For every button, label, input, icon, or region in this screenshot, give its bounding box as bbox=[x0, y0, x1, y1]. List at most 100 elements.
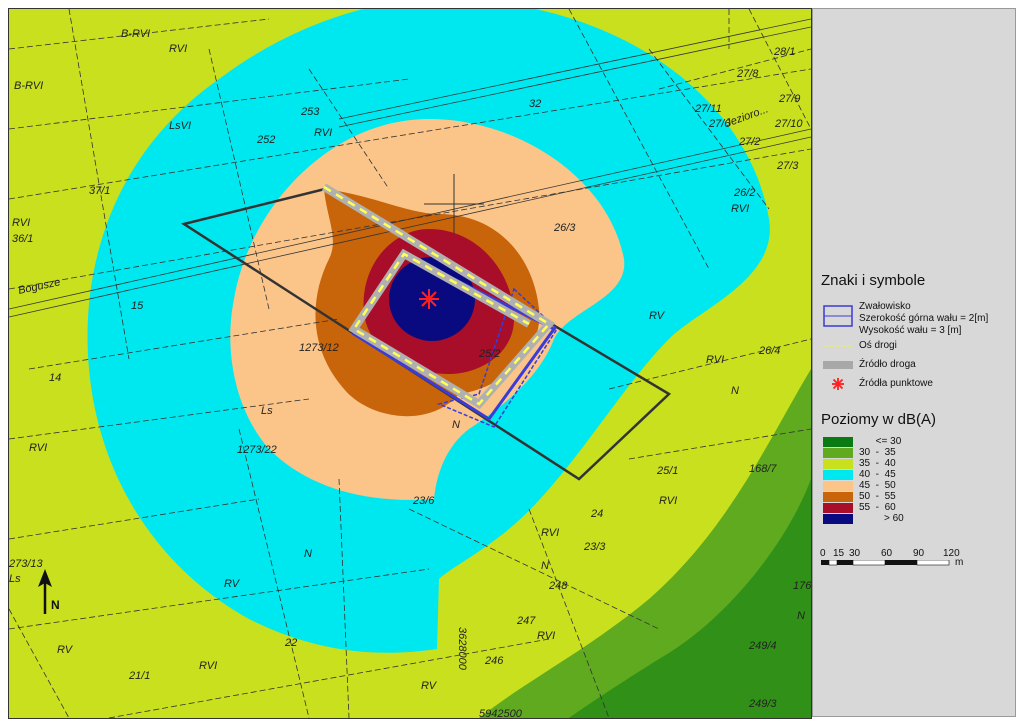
parcel-label: 247 bbox=[516, 615, 536, 627]
parcel-label: N bbox=[452, 419, 460, 431]
parcel-label: RV bbox=[57, 644, 74, 656]
parcel-label: 32 bbox=[529, 98, 541, 110]
parcel-label: 27/11 bbox=[694, 103, 722, 115]
embankment-legend-icon bbox=[823, 305, 853, 327]
parcel-label: 23/6 bbox=[412, 495, 435, 507]
parcel-label: B-RVI bbox=[14, 80, 43, 92]
parcel-label: 176 bbox=[793, 580, 811, 592]
scale-tick-label: 0 bbox=[820, 548, 826, 559]
parcel-label: 23/3 bbox=[583, 541, 606, 553]
road-source-legend-icon bbox=[823, 361, 853, 369]
level-label: 40 - 45 bbox=[859, 469, 896, 480]
point-source-star bbox=[419, 289, 439, 309]
point-sources-label: Źródła punktowe bbox=[859, 378, 933, 389]
parcel-label: RVI bbox=[731, 203, 749, 215]
parcel-label: Ls bbox=[9, 573, 21, 585]
parcel-label: 273/13 bbox=[9, 558, 44, 570]
level-swatch bbox=[823, 470, 853, 480]
level-label: 55 - 60 bbox=[859, 502, 896, 513]
level-swatch bbox=[823, 437, 853, 447]
scale-tick-label: 60 bbox=[881, 548, 893, 559]
level-swatch bbox=[823, 459, 853, 469]
parcel-label: LsVI bbox=[169, 120, 191, 132]
level-label: 35 - 40 bbox=[859, 458, 896, 469]
parcel-label: 253 bbox=[300, 106, 320, 118]
parcel-label: 252 bbox=[256, 134, 275, 146]
legend-symbols-title: Znaki i symbole bbox=[821, 272, 926, 289]
grid-label-vertical: 3628000 bbox=[456, 627, 468, 671]
point-source-legend-icon bbox=[832, 378, 844, 390]
embankment-name: Zwałowisko bbox=[859, 301, 911, 312]
level-label: 30 - 35 bbox=[859, 447, 896, 458]
parcel-label: 26/2 bbox=[733, 187, 755, 199]
scale-tick-label: 90 bbox=[913, 548, 925, 559]
parcel-label: 21/1 bbox=[128, 670, 150, 682]
level-swatch bbox=[823, 481, 853, 491]
parcel-label: B-RVI bbox=[121, 28, 150, 40]
north-label: N bbox=[51, 598, 60, 612]
level-label: <= 30 bbox=[859, 436, 902, 447]
parcel-label: N bbox=[797, 610, 805, 622]
parcel-label: RV bbox=[649, 310, 666, 322]
parcel-label: 27/9 bbox=[778, 93, 800, 105]
parcel-label: 27/10 bbox=[774, 118, 803, 130]
parcel-label: 27/3 bbox=[776, 160, 799, 172]
road-axis-legend-icon bbox=[823, 345, 853, 347]
level-label: 50 - 55 bbox=[859, 491, 896, 502]
level-swatch bbox=[823, 492, 853, 502]
parcel-label: 249/3 bbox=[748, 698, 777, 710]
parcel-label: 248 bbox=[548, 580, 568, 592]
parcel-label: 37/1 bbox=[89, 185, 110, 197]
parcel-label: N bbox=[731, 385, 739, 397]
parcel-label: 24 bbox=[590, 508, 603, 520]
parcel-label: RV bbox=[421, 680, 438, 692]
parcel-label: N bbox=[304, 548, 312, 560]
parcel-label: 22 bbox=[284, 637, 297, 649]
parcel-label: Ls bbox=[261, 405, 273, 417]
scale-unit: m bbox=[955, 557, 964, 568]
parcel-label: 25/1 bbox=[656, 465, 678, 477]
parcel-label: 249/4 bbox=[748, 640, 777, 652]
parcel-label: RVI bbox=[314, 127, 332, 139]
map-canvas[interactable]: B-RVI RVI B-RVI LsVI 252 253 RVI 32 28/1… bbox=[9, 9, 811, 718]
parcel-label: 28/1 bbox=[773, 46, 795, 58]
level-swatch bbox=[823, 514, 853, 524]
parcel-label: 168/7 bbox=[749, 463, 777, 475]
parcel-label: RV bbox=[224, 578, 241, 590]
level-swatch bbox=[823, 448, 853, 458]
parcel-label: RVI bbox=[12, 217, 30, 229]
embankment-width: Szerokość górna wału = 2[m] bbox=[859, 313, 989, 324]
parcel-label: 27/2 bbox=[738, 136, 760, 148]
parcel-label: 25/2 bbox=[478, 348, 500, 360]
parcel-label: 14 bbox=[49, 372, 61, 384]
road-axis-label: Oś drogi bbox=[859, 340, 897, 351]
scale-tick-label: 15 bbox=[833, 548, 845, 559]
parcel-label: 26/4 bbox=[758, 345, 780, 357]
parcel-label: 1273/22 bbox=[237, 444, 277, 456]
road-source-label: Źródło droga bbox=[859, 359, 916, 370]
parcel-label: RVI bbox=[169, 43, 187, 55]
scale-tick-label: 30 bbox=[849, 548, 861, 559]
scale-bar-graphic bbox=[821, 560, 950, 566]
parcel-label: RVI bbox=[199, 660, 217, 672]
parcel-label: RVI bbox=[537, 630, 555, 642]
level-label: > 60 bbox=[859, 513, 904, 524]
parcel-label: 26/3 bbox=[553, 222, 576, 234]
level-label: 45 - 50 bbox=[859, 480, 896, 491]
parcel-label: 246 bbox=[484, 655, 504, 667]
parcel-label: 36/1 bbox=[12, 233, 33, 245]
parcel-label: 1273/12 bbox=[299, 342, 339, 354]
page-frame: B-RVI RVI B-RVI LsVI 252 253 RVI 32 28/1… bbox=[0, 0, 1024, 725]
parcel-label: RVI bbox=[541, 527, 559, 539]
parcel-label: N bbox=[541, 560, 549, 572]
noise-map[interactable]: B-RVI RVI B-RVI LsVI 252 253 RVI 32 28/1… bbox=[8, 8, 812, 719]
parcel-label: 27/8 bbox=[736, 68, 759, 80]
legend-panel: Znaki i symbole Zwałowisko Szerokość gór… bbox=[812, 8, 1016, 717]
grid-label-horizontal: 5942500 bbox=[479, 708, 523, 718]
embankment-height: Wysokość wału = 3 [m] bbox=[859, 325, 962, 336]
legend-levels-title: Poziomy w dB(A) bbox=[821, 411, 937, 428]
parcel-label: RVI bbox=[29, 442, 47, 454]
level-swatch bbox=[823, 503, 853, 513]
parcel-label: RVI bbox=[659, 495, 677, 507]
parcel-label: 15 bbox=[131, 300, 144, 312]
